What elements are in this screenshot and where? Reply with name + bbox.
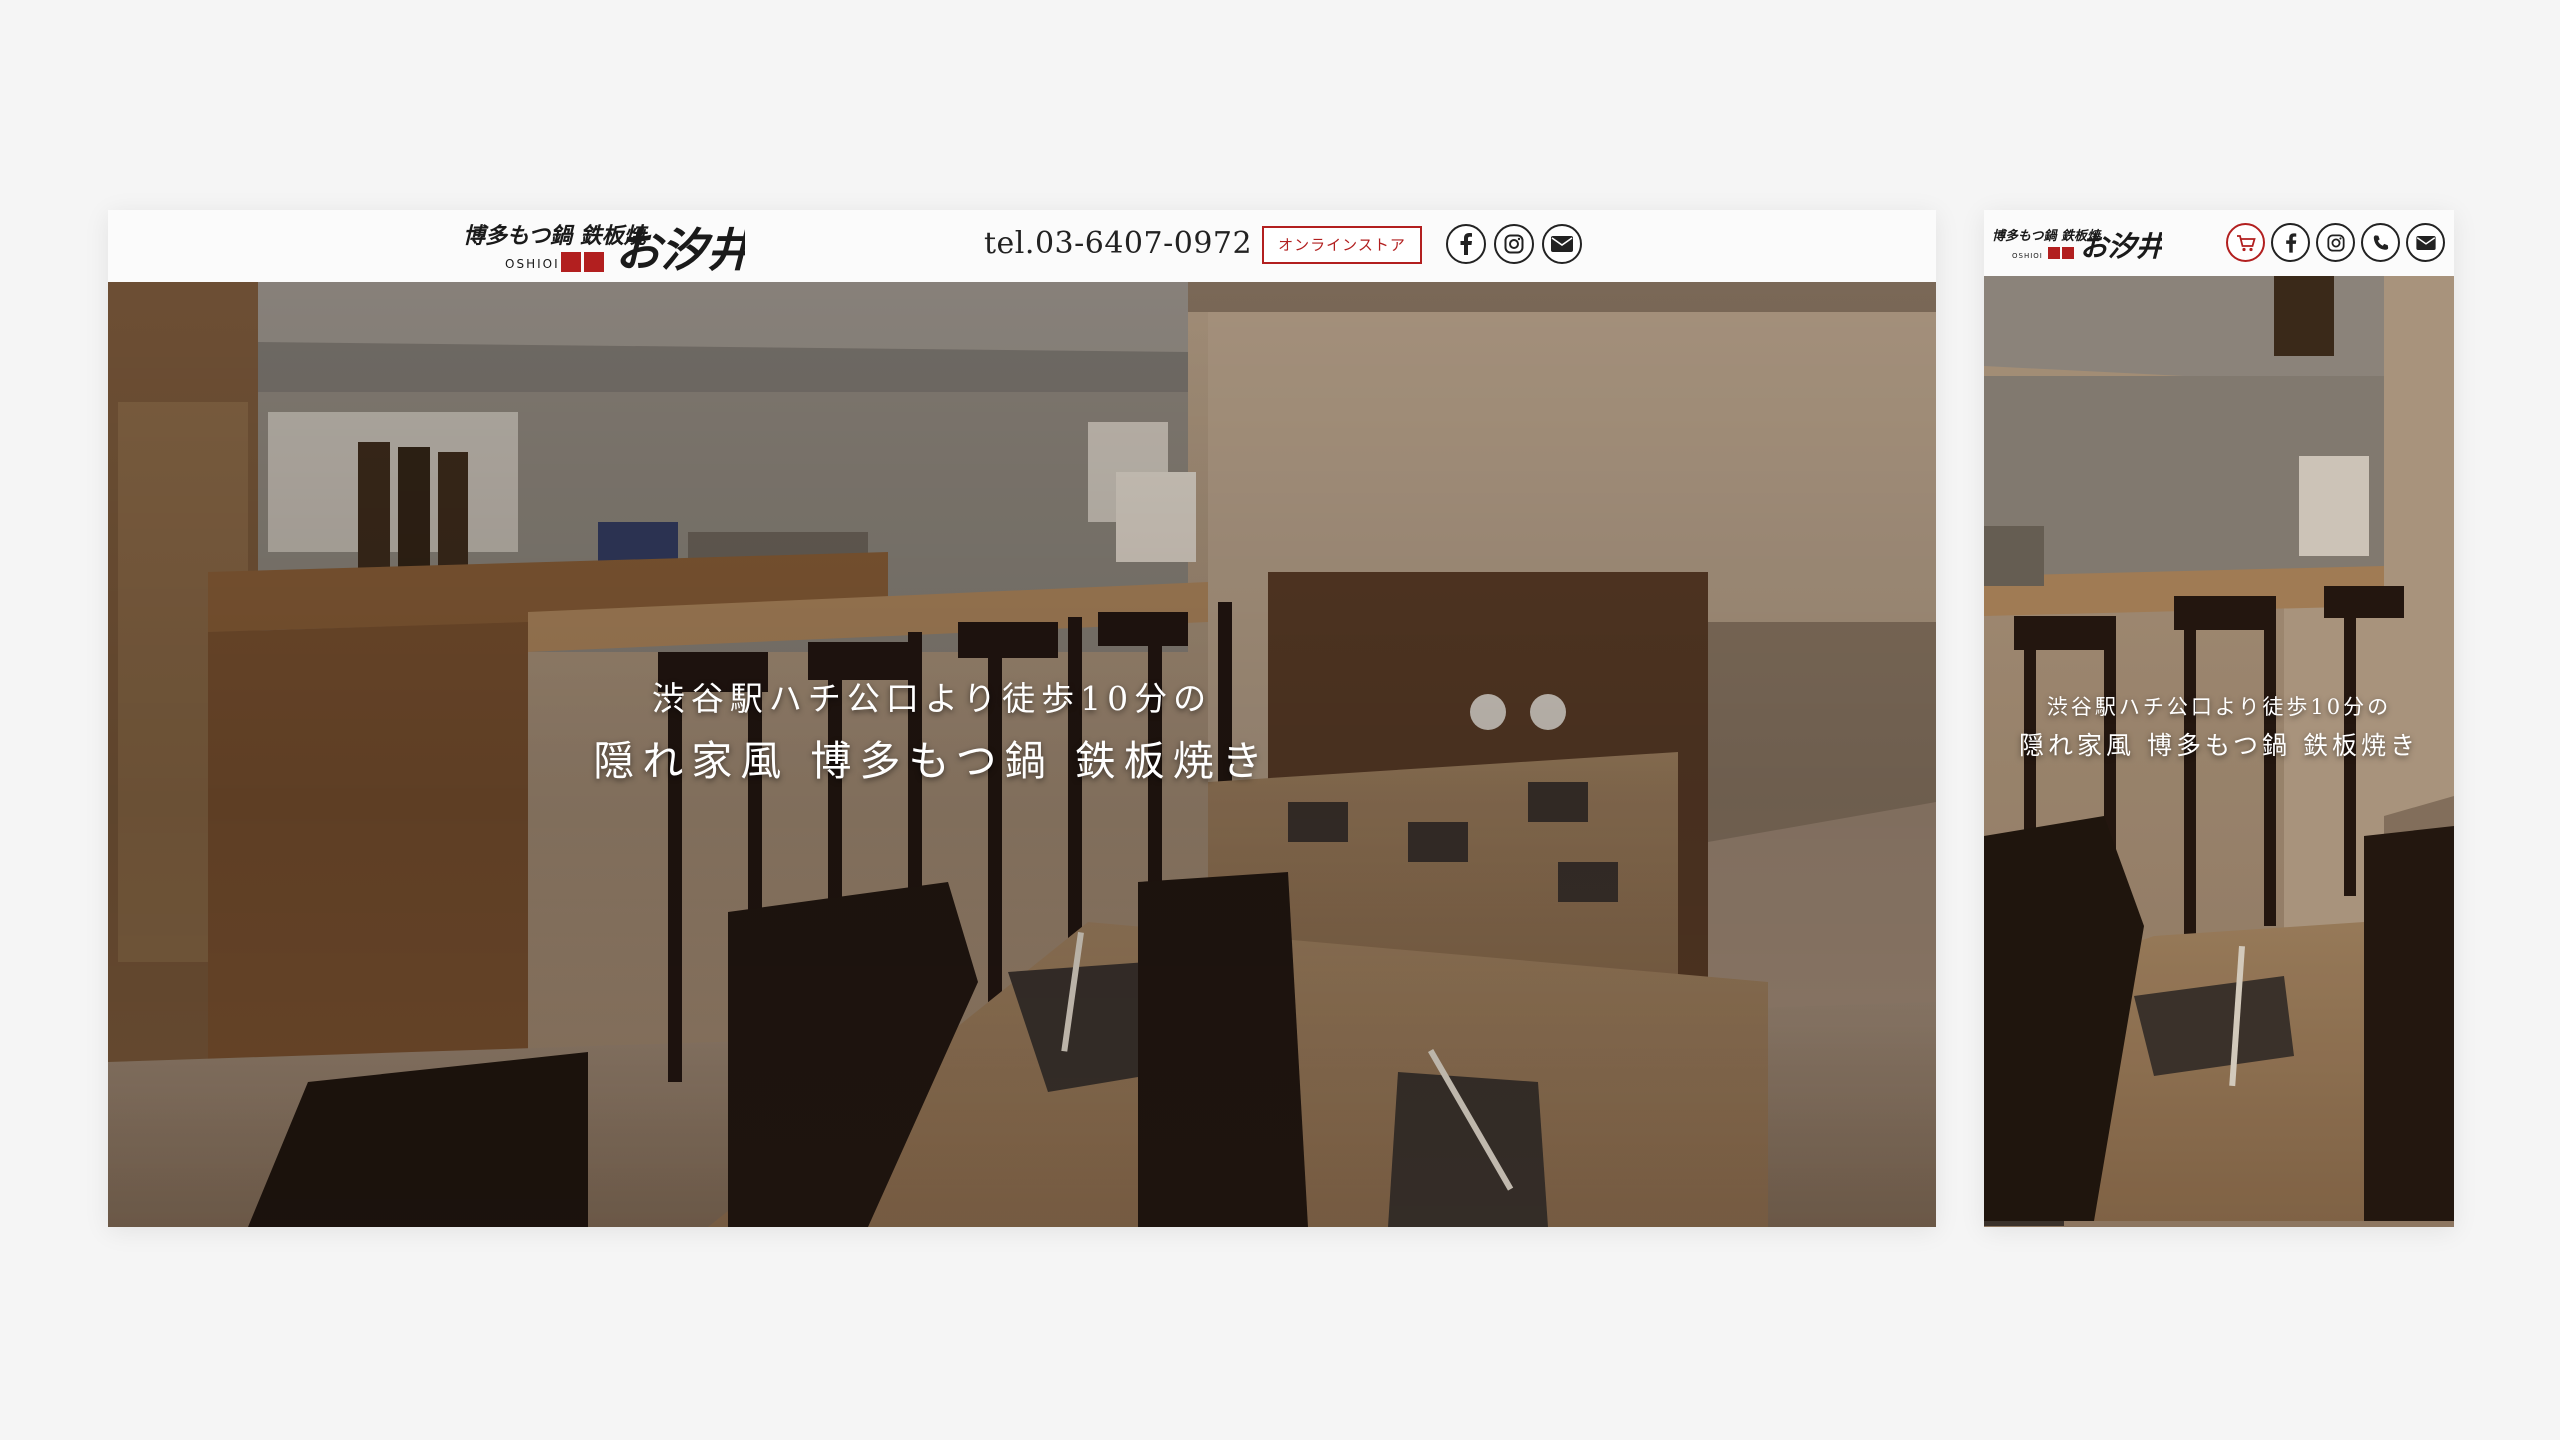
mail-icon[interactable]: [1542, 224, 1582, 264]
online-store-button[interactable]: オンラインストア: [1262, 226, 1422, 264]
site-header: 博多もつ鍋 鉄板焼 OSHIOI お汐井 tel.03-6407-0972 オン…: [108, 210, 1936, 283]
svg-text:お汐井: お汐井: [2080, 230, 2162, 263]
mobile-header: 博多もつ鍋 鉄板焼 OSHIOI お汐井: [1984, 210, 2454, 277]
hero-image: 渋谷駅ハチ公口より徒歩10分の 隠れ家風 博多もつ鍋 鉄板焼き: [108, 282, 1936, 1227]
mobile-hero-tagline-main: 隠れ家風 博多もつ鍋 鉄板焼き: [2019, 731, 2419, 760]
mobile-hero-image: 渋谷駅ハチ公口より徒歩10分の 隠れ家風 博多もつ鍋 鉄板焼き: [1984, 276, 2454, 1227]
mobile-icon-group: [2226, 223, 2445, 262]
facebook-icon[interactable]: [2271, 223, 2310, 262]
phone-icon[interactable]: [2361, 223, 2400, 262]
desktop-mockup: 博多もつ鍋 鉄板焼 OSHIOI お汐井 tel.03-6407-0972 オン…: [108, 210, 1936, 1227]
site-logo[interactable]: 博多もつ鍋 鉄板焼 OSHIOI お汐井: [463, 216, 745, 276]
social-icon-group: [1446, 224, 1582, 264]
hero-tagline-main: 隠れ家風 博多もつ鍋 鉄板焼き: [593, 737, 1271, 785]
svg-text:OSHIOI: OSHIOI: [505, 257, 560, 271]
instagram-icon[interactable]: [2316, 223, 2355, 262]
header-phone-number[interactable]: tel.03-6407-0972: [984, 226, 1252, 261]
instagram-icon[interactable]: [1494, 224, 1534, 264]
svg-text:OSHIOI: OSHIOI: [2012, 252, 2043, 260]
mail-icon[interactable]: [2406, 223, 2445, 262]
cart-icon[interactable]: [2226, 223, 2265, 262]
svg-text:お汐井: お汐井: [615, 223, 745, 276]
mobile-site-logo[interactable]: 博多もつ鍋 鉄板焼 OSHIOI お汐井: [1992, 220, 2162, 264]
mockup-canvas: 博多もつ鍋 鉄板焼 OSHIOI お汐井 tel.03-6407-0972 オン…: [0, 0, 2560, 1440]
facebook-icon[interactable]: [1446, 224, 1486, 264]
mobile-mockup: 博多もつ鍋 鉄板焼 OSHIOI お汐井 渋谷駅ハチ公口より徒歩10分の 隠れ家…: [1984, 210, 2454, 1227]
mobile-hero-tagline-access: 渋谷駅ハチ公口より徒歩10分の: [2046, 695, 2392, 719]
hero-tagline-access: 渋谷駅ハチ公口より徒歩10分の: [651, 679, 1213, 718]
